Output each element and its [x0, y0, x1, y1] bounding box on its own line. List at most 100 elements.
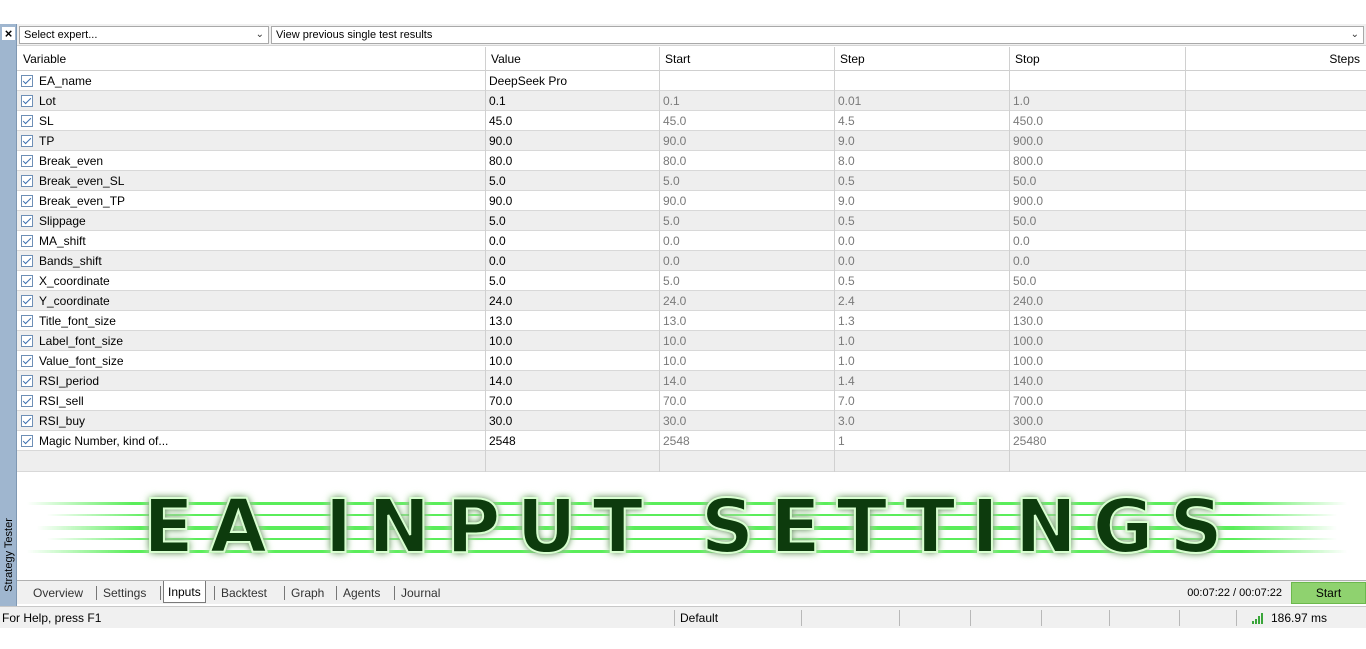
stop-cell[interactable]: 900.0 [1013, 191, 1183, 211]
value-cell[interactable]: 14.0 [489, 371, 659, 391]
header-value[interactable]: Value [485, 47, 521, 71]
tab-agents[interactable]: Agents [339, 583, 384, 603]
start-cell[interactable]: 13.0 [663, 311, 833, 331]
table-row[interactable]: Lot 0.1 0.1 0.01 1.0 [17, 91, 1366, 111]
close-icon[interactable]: × [2, 27, 15, 40]
optimize-checkbox[interactable] [21, 95, 33, 107]
value-cell[interactable]: 13.0 [489, 311, 659, 331]
expert-select[interactable]: Select expert... ⌄ [19, 26, 269, 44]
table-row[interactable]: RSI_sell 70.0 70.0 7.0 700.0 [17, 391, 1366, 411]
stop-cell[interactable]: 25480 [1013, 431, 1183, 451]
start-cell[interactable]: 2548 [663, 431, 833, 451]
table-row[interactable]: Label_font_size 10.0 10.0 1.0 100.0 [17, 331, 1366, 351]
table-row[interactable]: Magic Number, kind of... 2548 2548 1 25480 [17, 431, 1366, 451]
start-cell[interactable]: 0.0 [663, 231, 833, 251]
value-cell[interactable]: 10.0 [489, 331, 659, 351]
value-cell[interactable]: 90.0 [489, 131, 659, 151]
header-variable[interactable]: Variable [17, 47, 66, 71]
table-row[interactable]: RSI_period 14.0 14.0 1.4 140.0 [17, 371, 1366, 391]
step-cell[interactable]: 0.5 [838, 211, 1008, 231]
value-cell[interactable]: 70.0 [489, 391, 659, 411]
results-select[interactable]: View previous single test results ⌄ [271, 26, 1364, 44]
start-cell[interactable] [663, 71, 833, 91]
optimize-checkbox[interactable] [21, 375, 33, 387]
value-cell[interactable]: 5.0 [489, 271, 659, 291]
optimize-checkbox[interactable] [21, 415, 33, 427]
start-cell[interactable]: 90.0 [663, 191, 833, 211]
optimize-checkbox[interactable] [21, 315, 33, 327]
start-cell[interactable]: 0.0 [663, 251, 833, 271]
value-cell[interactable]: 5.0 [489, 211, 659, 231]
table-row[interactable]: TP 90.0 90.0 9.0 900.0 [17, 131, 1366, 151]
table-row[interactable]: Bands_shift 0.0 0.0 0.0 0.0 [17, 251, 1366, 271]
start-button[interactable]: Start [1291, 582, 1366, 604]
stop-cell[interactable]: 50.0 [1013, 171, 1183, 191]
step-cell[interactable]: 1.0 [838, 351, 1008, 371]
value-cell[interactable]: 2548 [489, 431, 659, 451]
tab-journal[interactable]: Journal [397, 583, 444, 603]
value-cell[interactable]: 0.0 [489, 231, 659, 251]
stop-cell[interactable]: 130.0 [1013, 311, 1183, 331]
start-cell[interactable]: 10.0 [663, 331, 833, 351]
value-cell[interactable]: 30.0 [489, 411, 659, 431]
tab-inputs[interactable]: Inputs [163, 581, 206, 603]
step-cell[interactable]: 1.3 [838, 311, 1008, 331]
stop-cell[interactable]: 100.0 [1013, 331, 1183, 351]
table-row[interactable]: X_coordinate 5.0 5.0 0.5 50.0 [17, 271, 1366, 291]
optimize-checkbox[interactable] [21, 355, 33, 367]
start-cell[interactable]: 0.1 [663, 91, 833, 111]
stop-cell[interactable]: 140.0 [1013, 371, 1183, 391]
step-cell[interactable]: 0.0 [838, 231, 1008, 251]
optimize-checkbox[interactable] [21, 155, 33, 167]
tab-backtest[interactable]: Backtest [217, 583, 271, 603]
value-cell[interactable]: 0.1 [489, 91, 659, 111]
step-cell[interactable]: 1.0 [838, 331, 1008, 351]
table-row[interactable]: Break_even 80.0 80.0 8.0 800.0 [17, 151, 1366, 171]
value-cell[interactable]: 0.0 [489, 251, 659, 271]
tab-graph[interactable]: Graph [287, 583, 328, 603]
step-cell[interactable]: 1.4 [838, 371, 1008, 391]
start-cell[interactable]: 80.0 [663, 151, 833, 171]
stop-cell[interactable]: 50.0 [1013, 211, 1183, 231]
table-row[interactable]: Slippage 5.0 5.0 0.5 50.0 [17, 211, 1366, 231]
stop-cell[interactable]: 800.0 [1013, 151, 1183, 171]
optimize-checkbox[interactable] [21, 335, 33, 347]
stop-cell[interactable]: 240.0 [1013, 291, 1183, 311]
start-cell[interactable]: 5.0 [663, 171, 833, 191]
start-cell[interactable]: 90.0 [663, 131, 833, 151]
start-cell[interactable]: 24.0 [663, 291, 833, 311]
header-steps[interactable]: Steps [1329, 47, 1360, 71]
stop-cell[interactable]: 900.0 [1013, 131, 1183, 151]
stop-cell[interactable]: 1.0 [1013, 91, 1183, 111]
table-row[interactable]: Y_coordinate 24.0 24.0 2.4 240.0 [17, 291, 1366, 311]
step-cell[interactable]: 0.01 [838, 91, 1008, 111]
step-cell[interactable]: 9.0 [838, 191, 1008, 211]
optimize-checkbox[interactable] [21, 75, 33, 87]
start-cell[interactable]: 70.0 [663, 391, 833, 411]
optimize-checkbox[interactable] [21, 215, 33, 227]
step-cell[interactable]: 0.0 [838, 251, 1008, 271]
table-row[interactable]: RSI_buy 30.0 30.0 3.0 300.0 [17, 411, 1366, 431]
optimize-checkbox[interactable] [21, 435, 33, 447]
optimize-checkbox[interactable] [21, 175, 33, 187]
stop-cell[interactable]: 0.0 [1013, 231, 1183, 251]
optimize-checkbox[interactable] [21, 235, 33, 247]
step-cell[interactable]: 8.0 [838, 151, 1008, 171]
step-cell[interactable]: 7.0 [838, 391, 1008, 411]
optimize-checkbox[interactable] [21, 275, 33, 287]
start-cell[interactable]: 10.0 [663, 351, 833, 371]
table-row[interactable]: MA_shift 0.0 0.0 0.0 0.0 [17, 231, 1366, 251]
value-cell[interactable]: 10.0 [489, 351, 659, 371]
optimize-checkbox[interactable] [21, 395, 33, 407]
value-cell[interactable]: 90.0 [489, 191, 659, 211]
step-cell[interactable]: 0.5 [838, 171, 1008, 191]
table-row[interactable]: EA_name DeepSeek Pro [17, 71, 1366, 91]
start-cell[interactable]: 45.0 [663, 111, 833, 131]
stop-cell[interactable]: 100.0 [1013, 351, 1183, 371]
step-cell[interactable]: 3.0 [838, 411, 1008, 431]
value-cell[interactable]: 5.0 [489, 171, 659, 191]
tab-settings[interactable]: Settings [99, 583, 150, 603]
step-cell[interactable]: 9.0 [838, 131, 1008, 151]
start-cell[interactable]: 5.0 [663, 211, 833, 231]
table-row[interactable]: Break_even_TP 90.0 90.0 9.0 900.0 [17, 191, 1366, 211]
